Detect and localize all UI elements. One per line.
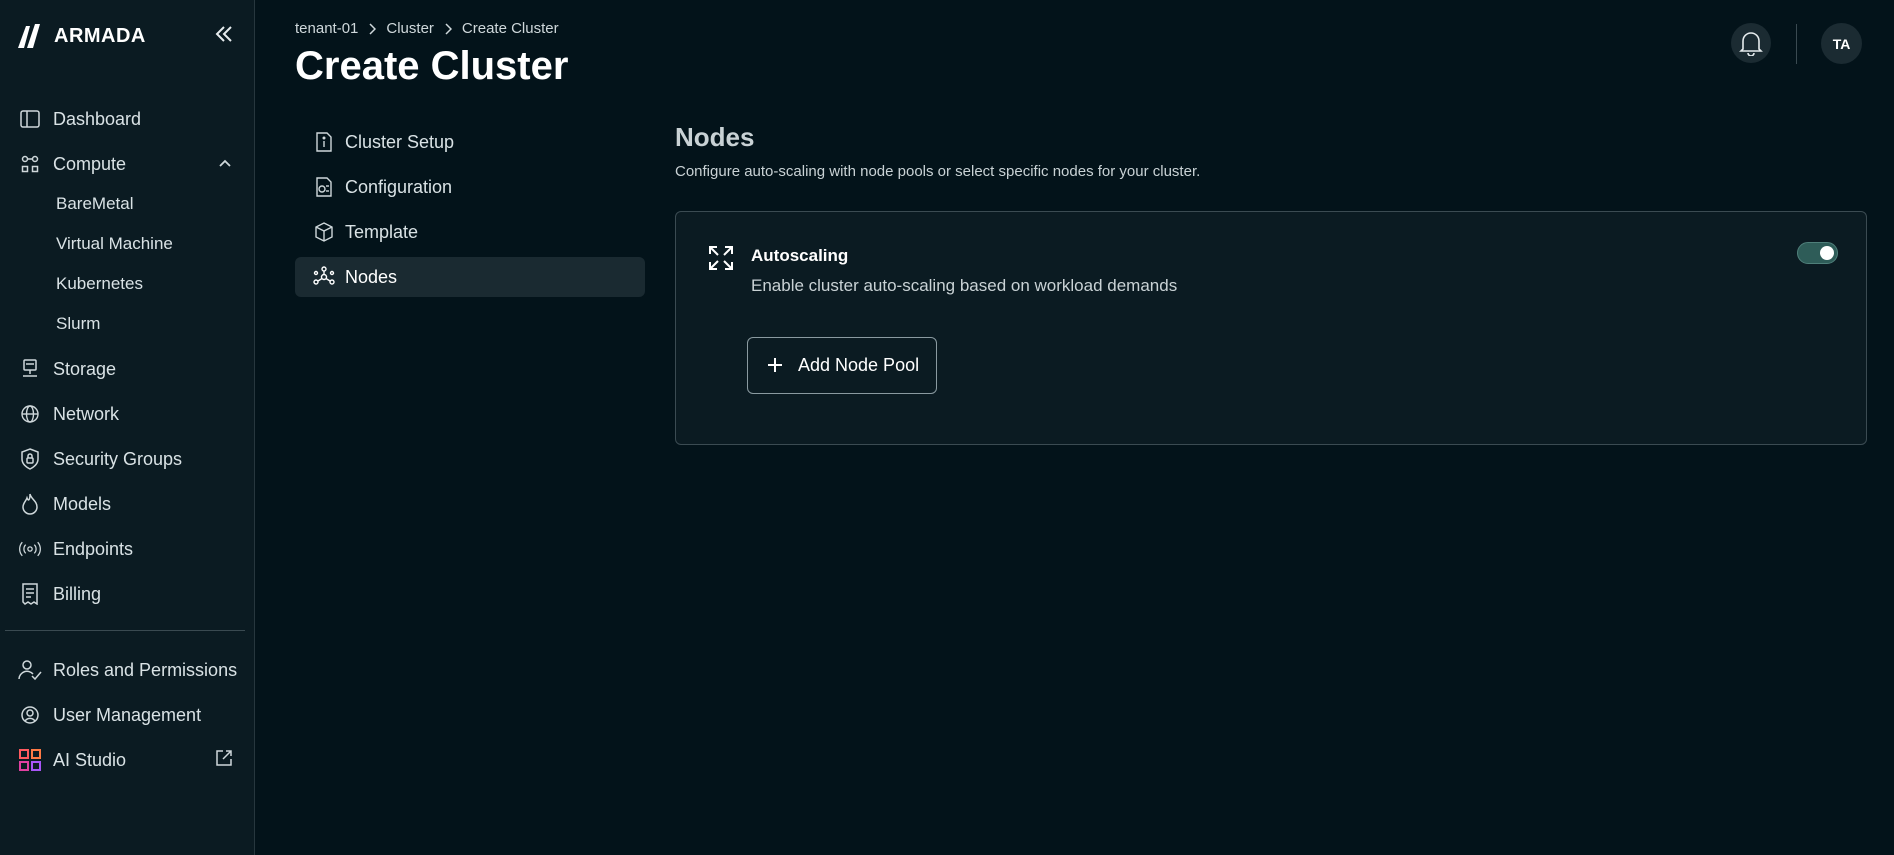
sidebar-item-label: Slurm: [56, 314, 101, 333]
breadcrumb: tenant-01 Cluster Create Cluster: [295, 20, 559, 37]
toggle-knob: [1820, 246, 1834, 260]
receipt-icon: [18, 582, 42, 606]
compute-icon: [18, 152, 42, 176]
sidebar-item-network[interactable]: Network: [0, 396, 255, 432]
autoscaling-card: Autoscaling Enable cluster auto-scaling …: [675, 211, 1867, 445]
sidebar-item-label: BareMetal: [56, 194, 134, 213]
chevron-right-icon: [444, 22, 452, 35]
collapse-sidebar-button[interactable]: [212, 22, 236, 46]
sidebar-item-security-groups[interactable]: Security Groups: [0, 441, 255, 477]
storage-icon: [18, 357, 42, 381]
sidebar-divider: [5, 630, 245, 631]
brand-logo[interactable]: ARMADA: [16, 22, 146, 50]
sidebar-panel-icon: [18, 107, 42, 131]
user-check-icon: [18, 658, 42, 682]
sidebar-item-ai-studio[interactable]: AI Studio: [0, 742, 255, 778]
step-label: Configuration: [345, 176, 453, 197]
step-nodes[interactable]: Nodes: [295, 257, 645, 297]
breadcrumb-item-current: Create Cluster: [461, 20, 559, 37]
step-label: Nodes: [345, 266, 398, 287]
sidebar-item-storage[interactable]: Storage: [0, 351, 255, 387]
sidebar-item-label: Virtual Machine: [56, 234, 173, 253]
autoscaling-title: Autoscaling: [751, 246, 849, 265]
sidebar-item-billing[interactable]: Billing: [0, 576, 255, 612]
sidebar-item-roles-and-permissions[interactable]: Roles and Permissions: [0, 652, 255, 688]
step-label: Template: [345, 221, 419, 242]
sidebar: ARMADA Dashboard Compute BareMetal Virtu…: [0, 0, 255, 855]
section-title: Nodes: [675, 122, 755, 152]
sidebar-item-label: Models: [53, 493, 112, 514]
autoscaling-description: Enable cluster auto-scaling based on wor…: [751, 276, 1178, 295]
ai-studio-grid-icon: [18, 748, 42, 772]
expand-arrows-icon: [708, 245, 734, 271]
add-node-pool-button[interactable]: Add Node Pool: [747, 337, 937, 394]
step-cluster-setup[interactable]: Cluster Setup: [295, 122, 645, 162]
bell-icon: [1739, 32, 1763, 56]
sidebar-item-user-management[interactable]: User Management: [0, 697, 255, 733]
notifications-button[interactable]: [1731, 23, 1771, 63]
sidebar-item-endpoints[interactable]: Endpoints: [0, 531, 255, 567]
sidebar-item-label: Roles and Permissions: [53, 659, 238, 680]
broadcast-icon: [18, 537, 42, 561]
sidebar-item-virtual-machine[interactable]: Virtual Machine: [0, 226, 255, 262]
sidebar-item-label: Billing: [53, 583, 102, 604]
sidebar-item-dashboard[interactable]: Dashboard: [0, 101, 255, 137]
globe-icon: [18, 402, 42, 426]
header-divider: [1796, 24, 1797, 64]
step-template[interactable]: Template: [295, 212, 645, 252]
chevron-up-icon: [218, 155, 232, 173]
sidebar-item-slurm[interactable]: Slurm: [0, 306, 255, 342]
sidebar-item-kubernetes[interactable]: Kubernetes: [0, 266, 255, 302]
user-gear-icon: [18, 703, 42, 727]
shield-lock-icon: [18, 447, 42, 471]
autoscaling-toggle[interactable]: [1797, 242, 1838, 264]
breadcrumb-item-cluster[interactable]: Cluster: [386, 20, 434, 37]
double-chevron-left-icon: [215, 26, 232, 42]
chevron-right-icon: [368, 22, 377, 35]
config-doc-icon: [313, 176, 335, 198]
page-title: Create Cluster: [295, 44, 569, 88]
sidebar-item-label: Kubernetes: [56, 274, 143, 293]
add-node-pool-label: Add Node Pool: [798, 355, 920, 375]
sidebar-item-label: Security Groups: [53, 448, 183, 469]
cube-icon: [313, 221, 335, 243]
sidebar-item-compute[interactable]: Compute: [0, 146, 255, 182]
plus-icon: [768, 358, 782, 372]
info-doc-icon: [313, 131, 335, 153]
sidebar-item-models[interactable]: Models: [0, 486, 255, 522]
avatar[interactable]: TA: [1821, 23, 1862, 64]
step-configuration[interactable]: Configuration: [295, 167, 645, 207]
section-description: Configure auto-scaling with node pools o…: [675, 163, 1201, 180]
sidebar-item-label: User Management: [53, 704, 202, 725]
external-link-icon: [214, 748, 234, 773]
breadcrumb-item-tenant[interactable]: tenant-01: [295, 20, 358, 37]
sidebar-item-label: AI Studio: [53, 749, 127, 770]
sidebar-item-label: Storage: [53, 358, 117, 379]
sidebar-item-label: Network: [53, 403, 120, 424]
step-label: Cluster Setup: [345, 131, 455, 152]
sidebar-item-label: Endpoints: [53, 538, 134, 559]
sidebar-item-label: Dashboard: [53, 108, 142, 129]
sidebar-item-label: Compute: [53, 153, 127, 174]
armada-logo-icon: [18, 24, 40, 48]
sidebar-item-baremetal[interactable]: BareMetal: [0, 186, 255, 222]
nodes-icon: [313, 266, 335, 288]
brand-name: ARMADA: [54, 24, 146, 47]
flame-icon: [18, 492, 42, 516]
